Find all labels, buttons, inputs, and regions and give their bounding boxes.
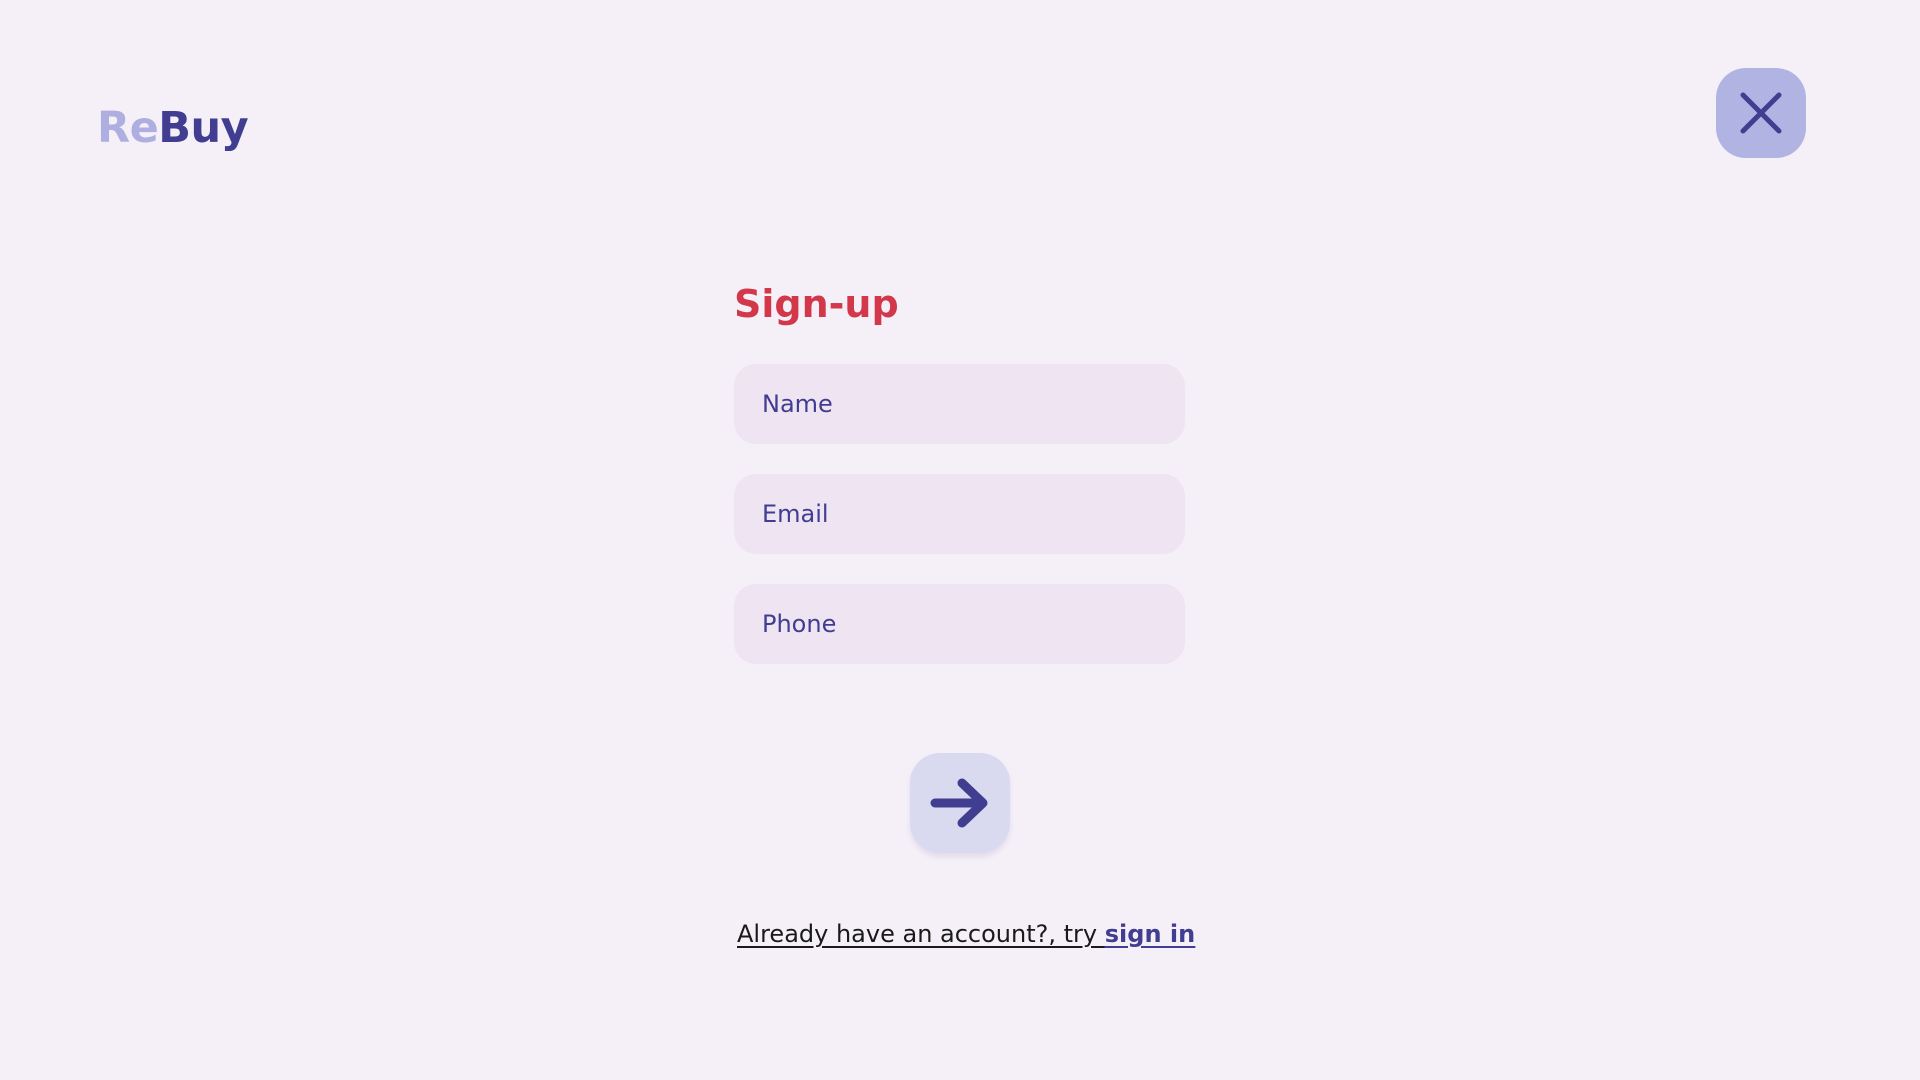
logo-re: Re (97, 103, 159, 153)
signup-page: ReBuy Sign-up Name Email Phone Already h… (0, 0, 1920, 1080)
signin-prompt-text: Already have an account?, try (737, 920, 1105, 948)
email-field[interactable]: Email (734, 474, 1185, 554)
submit-button[interactable] (910, 753, 1010, 853)
close-icon (1740, 92, 1782, 134)
logo-buy: Buy (158, 103, 249, 153)
logo: ReBuy (97, 98, 249, 158)
email-field-label: Email (762, 500, 829, 528)
page-title: Sign-up (734, 282, 899, 326)
signin-prompt: Already have an account?, try sign in (737, 914, 1195, 954)
signin-link[interactable]: sign in (1105, 920, 1195, 948)
phone-field-label: Phone (762, 610, 837, 638)
phone-field[interactable]: Phone (734, 584, 1185, 664)
close-button[interactable] (1716, 68, 1806, 158)
arrow-right-icon (930, 778, 988, 828)
name-field[interactable]: Name (734, 364, 1185, 444)
name-field-label: Name (762, 390, 833, 418)
